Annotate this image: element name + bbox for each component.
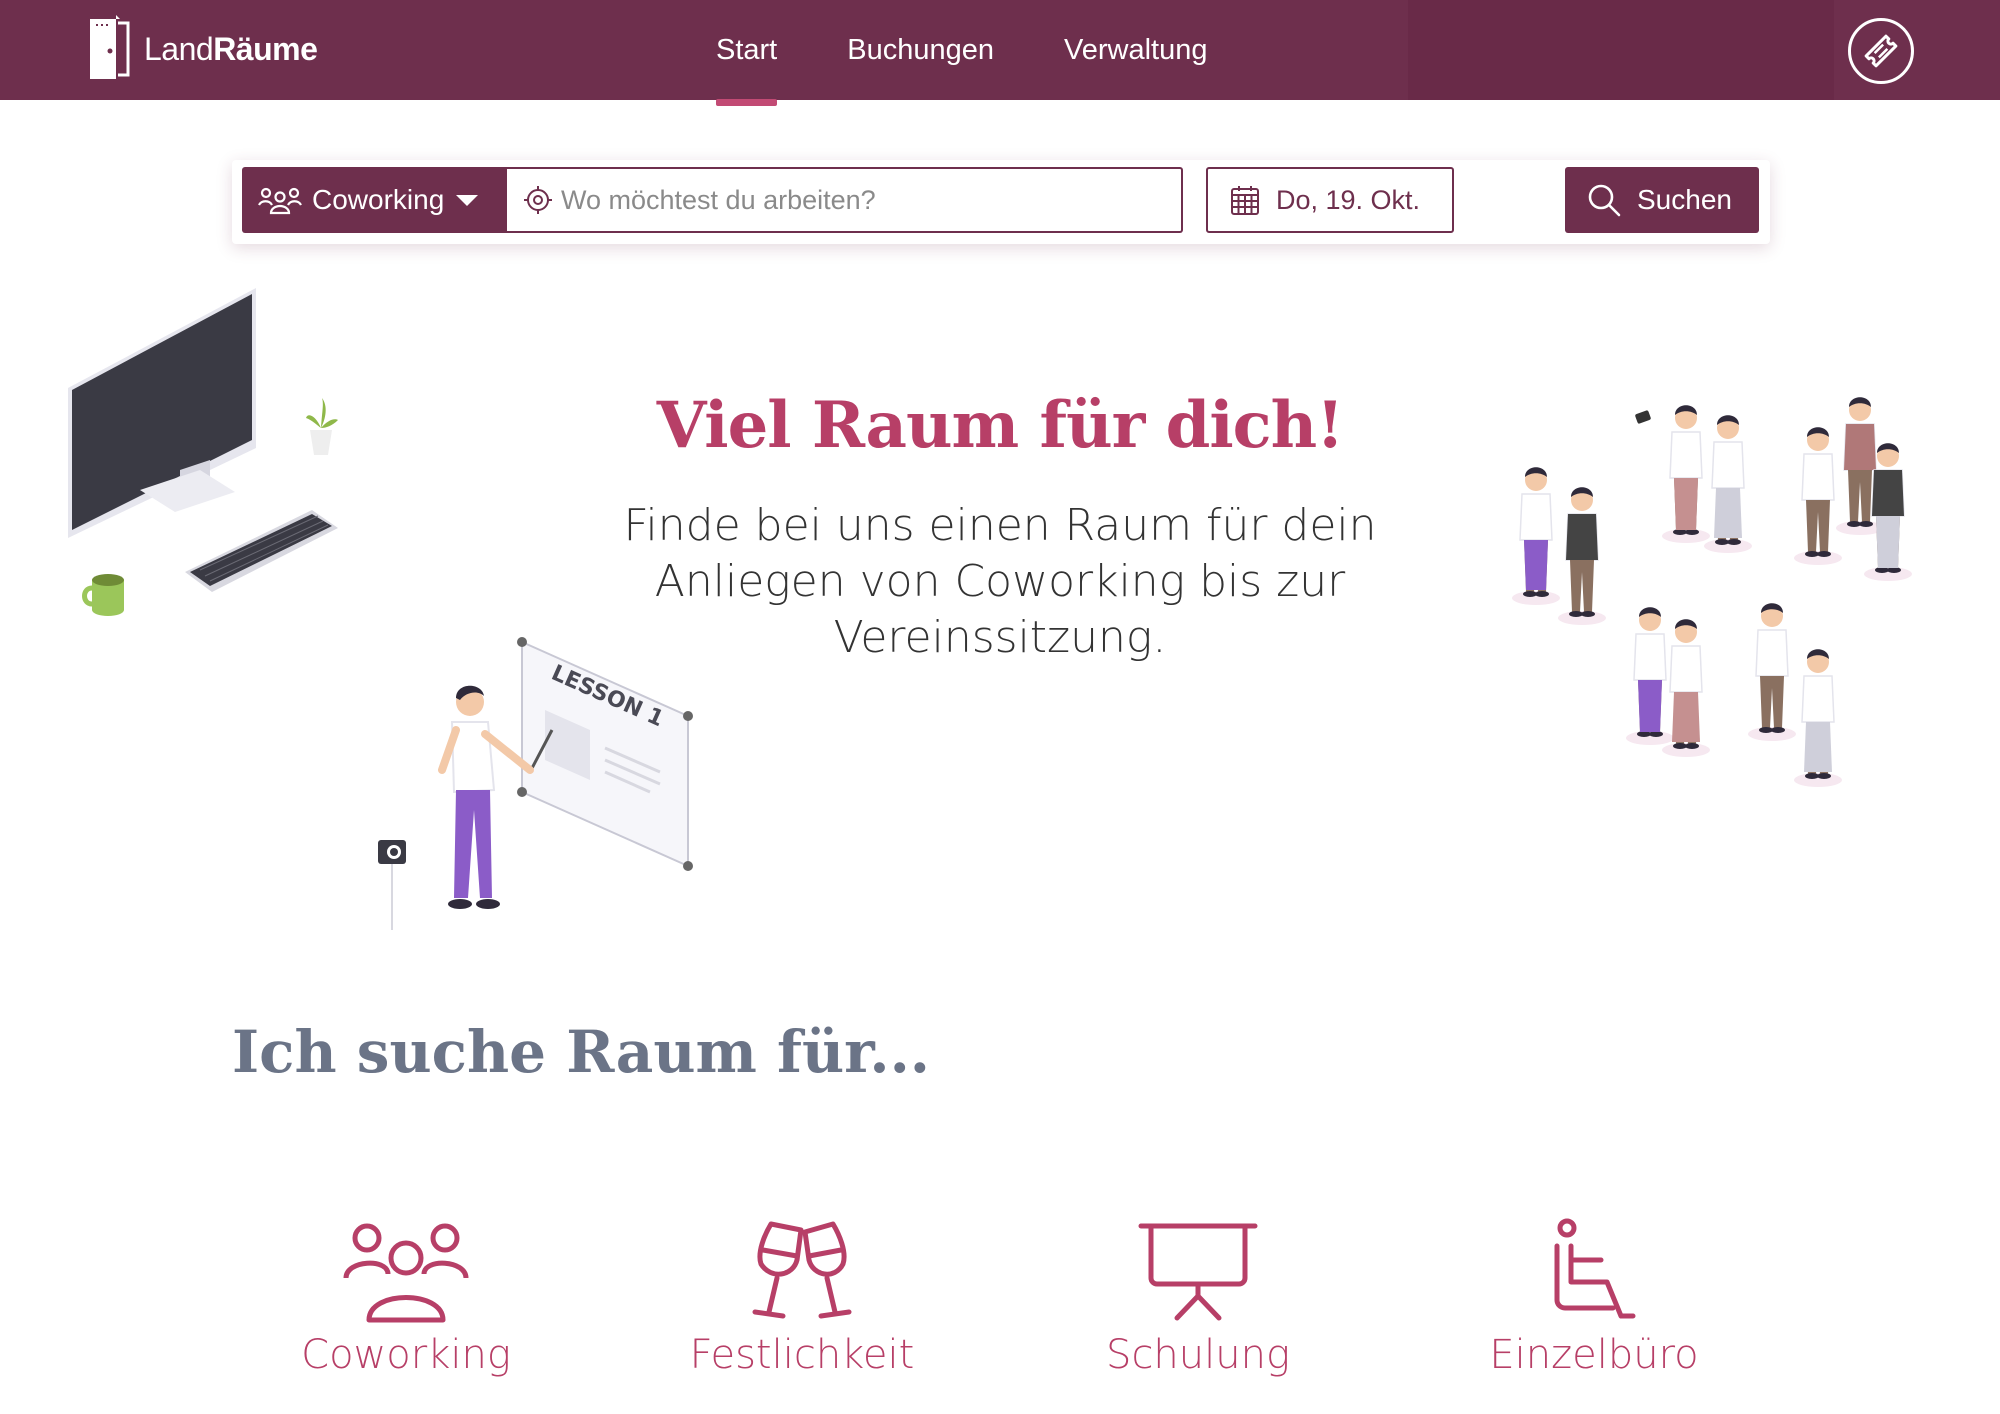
- nav-start[interactable]: Start: [700, 0, 793, 106]
- category-label: Schulung: [1106, 1332, 1290, 1378]
- brand-logo[interactable]: LandRäume: [86, 14, 318, 84]
- presentation-board-icon: [1138, 1223, 1258, 1321]
- ticket-icon: [1864, 34, 1898, 68]
- location-field: [507, 167, 1183, 233]
- door-logo-icon: [90, 15, 130, 79]
- category-einzelbuero[interactable]: Einzelbüro: [1464, 1216, 1724, 1378]
- category-value: Coworking: [312, 184, 445, 215]
- search-button[interactable]: Suchen: [1565, 167, 1759, 233]
- hero-subtitle: Finde bei uns einen Raum für dein Anlieg…: [623, 500, 1377, 663]
- categories-heading: Ich suche Raum für...: [232, 1018, 930, 1086]
- brand-name: LandRäume: [144, 30, 318, 67]
- ticket-button[interactable]: [1848, 18, 1914, 84]
- category-schulung[interactable]: Schulung: [1068, 1216, 1328, 1378]
- search-button-label: Suchen: [1637, 184, 1732, 215]
- category-coworking[interactable]: Coworking: [276, 1216, 536, 1378]
- date-picker-button[interactable]: Do, 19. Okt.: [1206, 167, 1454, 233]
- nav-buchungen[interactable]: Buchungen: [831, 0, 1010, 100]
- people-group-icon: [258, 187, 302, 215]
- main-nav: Start Buchungen Verwaltung: [700, 0, 1262, 106]
- location-input[interactable]: [561, 184, 1151, 216]
- wine-glasses-icon: [752, 1221, 852, 1319]
- caret-down-icon: [456, 194, 479, 206]
- category-festlichkeit[interactable]: Festlichkeit: [672, 1216, 932, 1378]
- nav-right-area: [1408, 0, 1834, 100]
- search-icon: [1588, 184, 1621, 217]
- category-label: Coworking: [301, 1332, 511, 1378]
- category-label: Einzelbüro: [1489, 1332, 1699, 1378]
- people-group-icon: [343, 1223, 469, 1323]
- category-label: Festlichkeit: [689, 1332, 915, 1378]
- category-dropdown[interactable]: Coworking: [242, 167, 507, 233]
- calendar-icon: [1231, 186, 1259, 215]
- office-chair-icon: [1554, 1218, 1636, 1319]
- hero-title: Viel Raum für dich!: [656, 388, 1345, 463]
- date-value: Do, 19. Okt.: [1276, 184, 1421, 215]
- desk-computer-illustration: [68, 288, 338, 616]
- target-location-icon: [524, 186, 552, 214]
- lesson-teacher-illustration: LESSON 1: [378, 637, 693, 930]
- nav-verwaltung[interactable]: Verwaltung: [1048, 0, 1224, 100]
- top-navbar: LandRäume Start Buchungen Verwaltung: [0, 0, 2000, 106]
- people-crowd-illustration: [1511, 396, 1913, 788]
